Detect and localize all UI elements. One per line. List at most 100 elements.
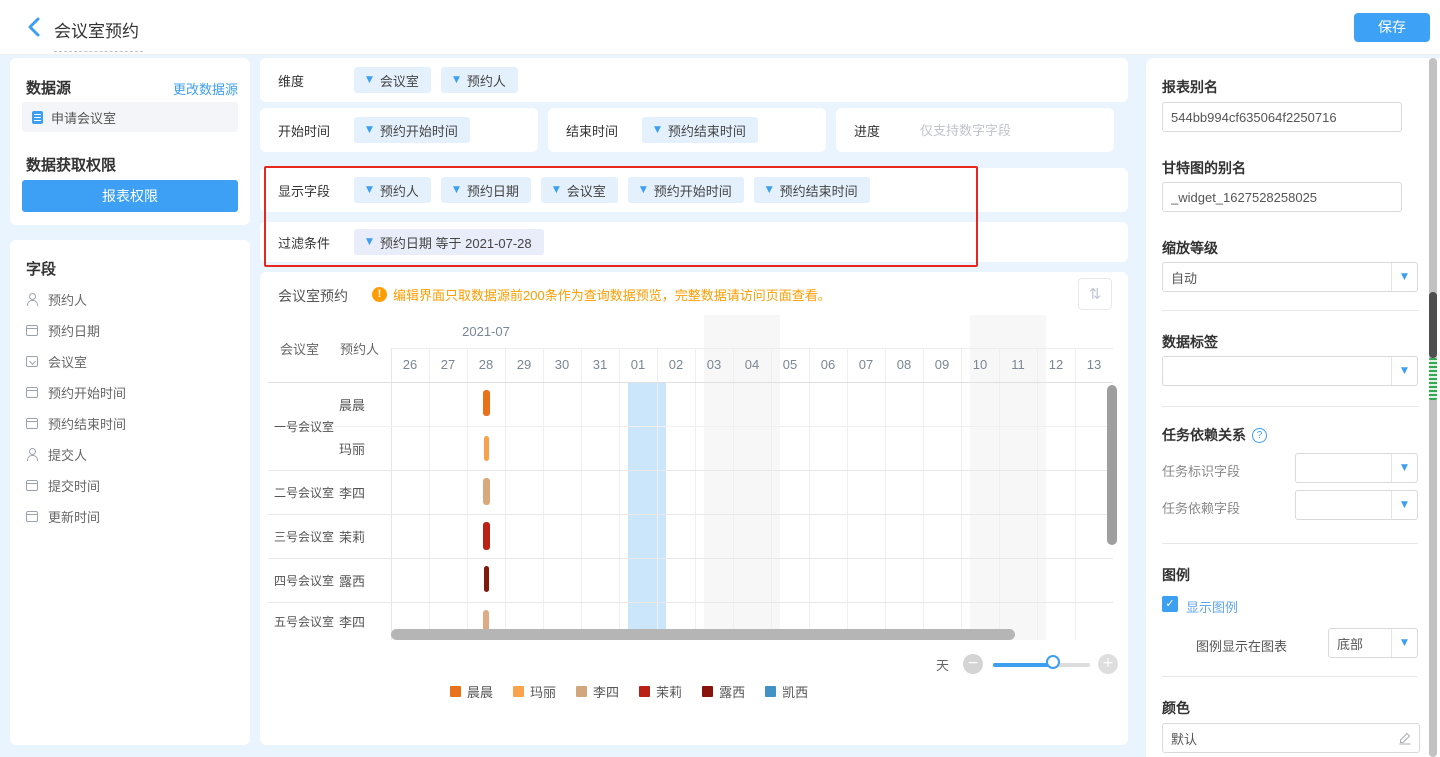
day-cell: 28 [467,348,505,382]
gantt-alias-input[interactable] [1162,182,1402,212]
start-time-tag[interactable]: ▼预约开始时间 [354,117,470,143]
arrow-zone: ▼ [1391,454,1417,482]
legend-item[interactable]: 凯西 [765,682,808,701]
row-line [334,426,1113,427]
progress-input[interactable] [920,123,1090,138]
show-legend-checkbox[interactable]: ✓ [1162,596,1178,612]
task-id-field-select[interactable]: ▼ [1295,453,1418,483]
calendar-icon [26,418,38,429]
show-legend-label: 显示图例 [1186,597,1238,616]
dimension-label: 维度 [278,71,354,90]
preview-warning: ! 编辑界面只取数据源前200条作为查询数据预览，完整数据请访问页面查看。 [372,285,831,304]
field-label: 提交时间 [48,476,100,495]
triangle-down-icon: ▼ [1401,272,1408,282]
gantt-bar[interactable] [483,522,490,550]
horizontal-scrollbar[interactable] [391,629,1015,640]
zoom-slider-handle[interactable] [1046,655,1060,669]
person-column-header: 预约人 [334,315,391,382]
datasource-item[interactable]: 申请会议室 [22,102,238,132]
day-cell: 26 [391,348,429,382]
field-item[interactable]: 会议室 [26,346,240,377]
sort-icon: ⇅ [1089,285,1102,303]
triangle-down-icon: ▼ [453,75,460,85]
legend-item[interactable]: 茉莉 [639,682,682,701]
triangle-down-icon: ▼ [366,125,373,135]
legend-item[interactable]: 李四 [576,682,619,701]
sort-button[interactable]: ⇅ [1078,278,1112,310]
field-label: 预约结束时间 [48,414,126,433]
start-time-label: 开始时间 [278,121,354,140]
report-alias-input[interactable] [1162,102,1402,132]
field-label: 预约人 [48,290,87,309]
save-button[interactable]: 保存 [1354,13,1430,42]
legend-label: 露西 [719,682,745,701]
chart-title: 会议室预约 [278,286,348,306]
gantt-bar[interactable] [483,478,490,505]
display-fields-label: 显示字段 [278,181,354,200]
arrow-zone: ▼ [1391,491,1417,519]
display-field-tag[interactable]: ▼预约结束时间 [754,177,870,203]
zoom-out-button[interactable]: − [963,654,983,674]
calendar-icon [26,480,38,491]
legend-item[interactable]: 晨晨 [450,682,493,701]
legend-item[interactable]: 露西 [702,682,745,701]
back-button[interactable] [24,16,46,38]
page-scrollbar-track[interactable] [1429,58,1437,757]
triangle-down-icon: ▼ [366,75,373,85]
field-item[interactable]: 预约结束时间 [26,408,240,439]
person-icon [26,448,38,461]
legend-item[interactable]: 玛丽 [513,682,556,701]
minus-icon: − [967,655,979,671]
zoom-unit-label: 天 [936,655,949,674]
display-field-tag[interactable]: ▼会议室 [541,177,618,203]
field-label: 预约日期 [48,321,100,340]
row-line [268,558,1113,559]
dimension-tag[interactable]: ▼ 预约人 [441,67,518,93]
legend-label: 凯西 [782,682,808,701]
change-datasource-link[interactable]: 更改数据源 [173,79,238,98]
person-cell: 晨晨 [334,382,391,426]
legend-position-select[interactable]: 底部 ▼ [1328,628,1418,658]
field-item[interactable]: 更新时间 [26,501,240,532]
document-icon [32,111,43,124]
task-dep-field-select[interactable]: ▼ [1295,490,1418,520]
zoom-level-select[interactable]: 自动 ▼ [1162,262,1418,292]
gantt-bar[interactable] [484,566,489,592]
display-field-tag[interactable]: ▼预约人 [354,177,431,203]
field-label: 提交人 [48,445,87,464]
day-cell: 03 [695,348,733,382]
end-time-tag[interactable]: ▼预约结束时间 [642,117,758,143]
dimension-tag[interactable]: ▼ 会议室 [354,67,431,93]
field-item[interactable]: 预约日期 [26,315,240,346]
edit-icon[interactable] [1391,731,1419,745]
person-cell: 露西 [334,558,391,602]
page-scrollbar-thumb[interactable] [1429,292,1437,358]
field-label: 会议室 [48,352,87,371]
page-title[interactable]: 会议室预约 [54,17,143,52]
field-item[interactable]: 预约开始时间 [26,377,240,408]
triangle-down-icon: ▼ [553,185,560,195]
help-icon[interactable]: ? [1252,428,1267,443]
data-label-select[interactable]: ▼ [1162,356,1418,386]
color-input[interactable]: 默认 [1162,723,1420,753]
field-item[interactable]: 提交人 [26,439,240,470]
gantt-bar[interactable] [484,436,489,461]
gantt-bar[interactable] [483,390,490,416]
zoom-slider-track[interactable] [993,663,1090,667]
display-field-tag[interactable]: ▼预约日期 [441,177,531,203]
filter-tag[interactable]: ▼预约日期 等于 2021-07-28 [354,229,544,255]
report-permission-button[interactable]: 报表权限 [22,180,238,212]
zoom-in-button[interactable]: + [1098,654,1118,674]
day-cell: 12 [1037,348,1075,382]
display-field-tag[interactable]: ▼预约开始时间 [628,177,744,203]
field-item[interactable]: 提交时间 [26,470,240,501]
triangle-down-icon: ▼ [1401,500,1408,510]
tag-label: 会议室 [380,71,419,90]
triangle-down-icon: ▼ [766,185,773,195]
field-item[interactable]: 预约人 [26,284,240,315]
divider [1162,543,1418,544]
tag-label: 预约人 [467,71,506,90]
day-cell: 13 [1075,348,1113,382]
start-time-row: 开始时间 ▼预约开始时间 [260,108,538,152]
vertical-scrollbar[interactable] [1107,385,1117,545]
